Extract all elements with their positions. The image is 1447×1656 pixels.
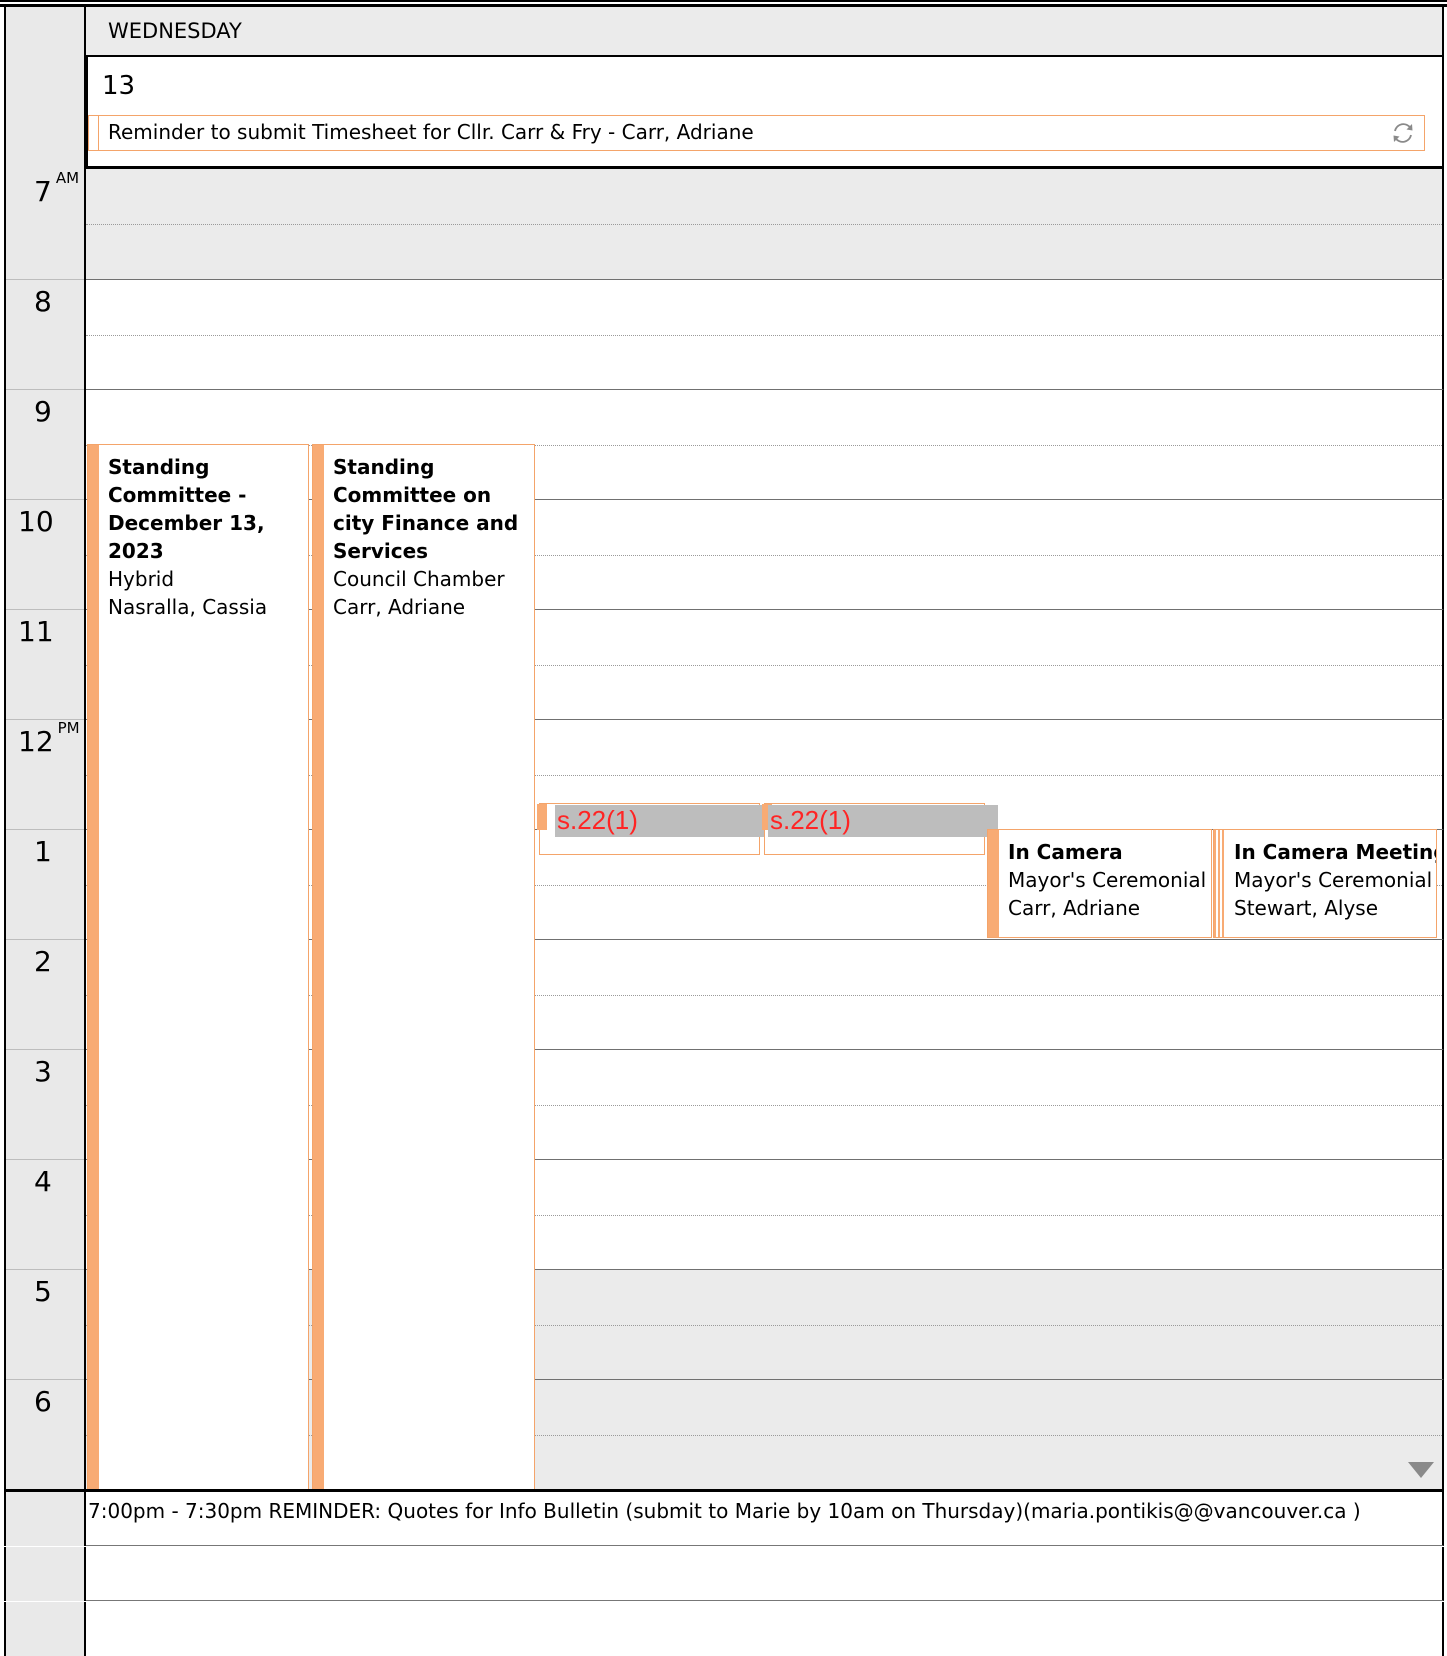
hour-slot[interactable] [86, 279, 1444, 389]
hour-label: 11 [18, 615, 54, 648]
hour-label: 3 [34, 1055, 52, 1088]
hour-meridiem: AM [55, 168, 80, 187]
hour-number: 11 [18, 615, 54, 648]
evening-reminder-text: 7:00pm - 7:30pm REMINDER: Quotes for Inf… [88, 1499, 1361, 1523]
appointment-title: Standing Committee on city Finance and S… [333, 455, 519, 563]
hour-label: 5 [34, 1275, 52, 1308]
date-header[interactable]: 13 [86, 55, 1444, 169]
evening-empty-cell[interactable] [86, 1602, 1444, 1656]
appointment-status-bar [537, 804, 547, 830]
evening-empty-cell[interactable] [86, 1547, 1444, 1601]
evening-events-area: 7:00pm - 7:30pm REMINDER: Quotes for Inf… [4, 1489, 1444, 1656]
recurring-sync-icon [1393, 123, 1413, 143]
scroll-down-arrow-icon[interactable] [1408, 1462, 1434, 1478]
hour-number: 3 [34, 1055, 52, 1088]
hour-label: 10 [18, 505, 54, 538]
gutter-hour-line [6, 1379, 84, 1380]
gutter-hour-line [6, 1049, 84, 1050]
appointment-organizer: Nasralla, Cassia [108, 595, 268, 619]
appointment-organizer: Carr, Adriane [333, 595, 466, 619]
evening-row[interactable]: 7:00pm - 7:30pm REMINDER: Quotes for Inf… [4, 1492, 1444, 1546]
time-gutter-header [4, 7, 86, 169]
all-day-event-text: Reminder to submit Timesheet for Cllr. C… [108, 120, 754, 144]
gutter-hour-line [6, 279, 84, 280]
hour-label: 9 [34, 395, 52, 428]
appointment-location: Mayor's Ceremonial I [1234, 868, 1437, 892]
evening-gutter [4, 1547, 86, 1601]
hour-number: 12 [18, 725, 54, 758]
hour-number: 7 [34, 175, 52, 208]
gutter-hour-line [6, 829, 84, 830]
evening-reminder-cell[interactable]: 7:00pm - 7:30pm REMINDER: Quotes for Inf… [86, 1492, 1444, 1546]
appointment-in-camera[interactable]: In Camera Mayor's Ceremonial I Carr, Adr… [987, 829, 1212, 938]
appointment-title: Standing Committee - December 13, 2023 [108, 455, 265, 563]
evening-gutter [4, 1602, 86, 1656]
gutter-hour-line [6, 939, 84, 940]
hour-label: 12 PM [18, 719, 80, 758]
hour-number: 9 [34, 395, 52, 428]
weekday-label: WEDNESDAY [108, 19, 242, 43]
appointment-finance-committee[interactable]: Standing Committee on city Finance and S… [312, 444, 535, 1490]
hour-number: 2 [34, 945, 52, 978]
gutter-hour-line [6, 499, 84, 500]
hour-label: 4 [34, 1165, 52, 1198]
day-header[interactable]: WEDNESDAY [86, 7, 1444, 55]
evening-row[interactable] [4, 1602, 1444, 1656]
hour-label: 2 [34, 945, 52, 978]
appointment-status-bar [988, 830, 999, 937]
redaction-label: s.22(1) [768, 805, 998, 837]
hour-label: 1 [34, 835, 52, 868]
hour-number: 10 [18, 505, 54, 538]
half-hour-line [86, 335, 1442, 336]
hour-label: 7 AM [34, 169, 79, 208]
gutter-hour-line [6, 389, 84, 390]
hour-label: 8 [34, 285, 52, 318]
gutter-hour-line [6, 1159, 84, 1160]
time-gutter: 7 AM 8 9 10 11 12 PM 1 2 3 4 5 6 [4, 169, 86, 1489]
top-border [0, 0, 1447, 7]
appointment-organizer: Stewart, Alyse [1234, 896, 1379, 920]
hour-number: 1 [34, 835, 52, 868]
appointment-in-camera-meeting[interactable]: In Camera Meeting Mayor's Ceremonial I S… [1213, 829, 1437, 938]
gutter-hour-line [6, 609, 84, 610]
appointment-title: In Camera Meeting [1234, 840, 1437, 864]
hour-label: 6 [34, 1385, 52, 1418]
hour-number: 5 [34, 1275, 52, 1308]
hour-slot[interactable] [86, 169, 1444, 279]
date-number: 13 [102, 71, 136, 101]
appointment-organizer: Carr, Adriane [1008, 896, 1141, 920]
evening-row[interactable] [4, 1547, 1444, 1601]
appointment-location: Mayor's Ceremonial I [1008, 868, 1212, 892]
hour-number: 8 [34, 285, 52, 318]
appointment-status-bar [313, 445, 324, 1489]
appointment-location: Hybrid [108, 567, 175, 591]
all-day-event[interactable]: Reminder to submit Timesheet for Cllr. C… [88, 115, 1425, 151]
appointment-status-bar [1214, 830, 1225, 937]
appointment-location: Council Chamber [333, 567, 505, 591]
gutter-hour-line [6, 1269, 84, 1270]
redaction-label: s.22(1) [555, 805, 768, 837]
appointment-title: In Camera [1008, 840, 1123, 864]
appointment-status-bar [88, 445, 99, 1489]
appointment-standing-committee[interactable]: Standing Committee - December 13, 2023 H… [87, 444, 309, 1490]
hour-number: 6 [34, 1385, 52, 1418]
hour-meridiem: PM [57, 718, 80, 737]
evening-gutter [4, 1492, 86, 1546]
half-hour-line [86, 224, 1442, 225]
hour-number: 4 [34, 1165, 52, 1198]
gutter-hour-line [6, 719, 84, 720]
all-day-event-status-bar [89, 116, 99, 150]
